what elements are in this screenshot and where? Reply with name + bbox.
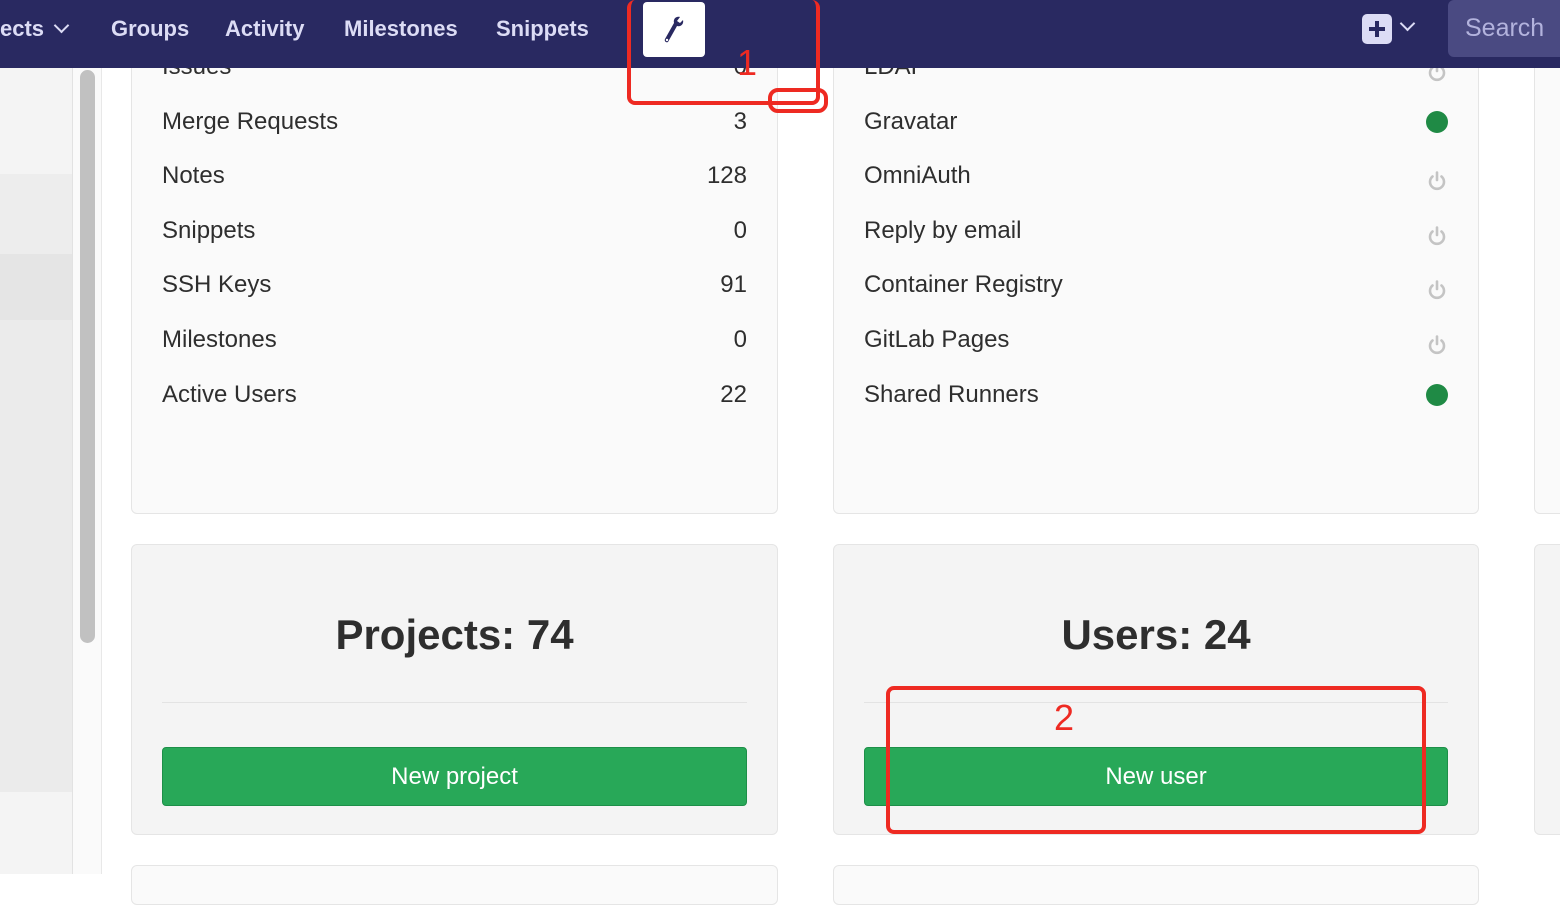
- feature-row-shared-runners: Shared Runners: [864, 375, 1448, 415]
- power-off-icon: [1426, 329, 1448, 355]
- status-on-icon: [1426, 111, 1448, 133]
- wrench-icon: [664, 16, 684, 42]
- stat-row-merge-requests: Merge Requests 3: [162, 102, 747, 142]
- partial-card: [833, 865, 1479, 905]
- new-project-button[interactable]: New project: [162, 747, 747, 806]
- chevron-down-icon[interactable]: [1399, 15, 1416, 32]
- partial-card: [131, 865, 778, 905]
- users-card: Users: 24 New user: [833, 544, 1479, 835]
- power-off-icon: [1426, 165, 1448, 191]
- nav-projects-label: ects: [0, 16, 45, 41]
- feature-label: GitLab Pages: [864, 326, 1010, 353]
- projects-card: Projects: 74 New project: [131, 544, 778, 835]
- sidebar-item[interactable]: [0, 792, 72, 874]
- status-on-icon: [1426, 384, 1448, 406]
- stat-value: 91: [720, 271, 747, 298]
- sidebar-item[interactable]: [0, 174, 72, 254]
- users-count: Users: 24: [1061, 611, 1251, 658]
- top-navbar: ects Groups Activity Milestones Snippets…: [0, 0, 1560, 68]
- stat-label: Active Users: [162, 381, 297, 408]
- feature-label: Shared Runners: [864, 381, 1039, 408]
- stat-value: 0: [733, 217, 747, 244]
- new-item-button[interactable]: [1362, 14, 1392, 44]
- stat-label: SSH Keys: [162, 271, 272, 298]
- sidebar-item[interactable]: [0, 320, 72, 792]
- feature-label: Gravatar: [864, 108, 958, 135]
- feature-row-gitlab-pages: GitLab Pages: [864, 320, 1448, 360]
- stat-label: Milestones: [162, 326, 277, 353]
- stat-label: Notes: [162, 162, 225, 189]
- search-input[interactable]: Search: [1448, 0, 1560, 57]
- feature-label: OmniAuth: [864, 162, 971, 189]
- feature-row-gravatar: Gravatar: [864, 102, 1448, 142]
- stat-value: 128: [706, 162, 747, 189]
- feature-row-container-registry: Container Registry: [864, 265, 1448, 305]
- feature-label: Container Registry: [864, 271, 1063, 298]
- sidebar: [0, 68, 73, 874]
- nav-projects-dropdown[interactable]: ects: [0, 0, 70, 58]
- projects-count: Projects: 74: [335, 611, 574, 658]
- stat-row-active-users: Active Users 22: [162, 375, 747, 415]
- feature-label: Reply by email: [864, 217, 1022, 244]
- admin-area-button[interactable]: [643, 2, 705, 57]
- chevron-down-icon: [53, 17, 70, 34]
- sidebar-scrollbar-thumb[interactable]: [80, 70, 95, 643]
- new-user-button[interactable]: New user: [864, 747, 1448, 806]
- statistics-card: Issues 0 Merge Requests 3 Notes 128 Snip…: [131, 20, 778, 514]
- sidebar-item-active[interactable]: [0, 254, 72, 320]
- stat-label: Merge Requests: [162, 108, 339, 135]
- sidebar-item[interactable]: [0, 68, 72, 174]
- power-off-icon: [1426, 220, 1448, 246]
- nav-snippets[interactable]: Snippets: [496, 0, 589, 58]
- nav-activity[interactable]: Activity: [225, 0, 304, 58]
- stat-row-notes: Notes 128: [162, 156, 747, 196]
- stat-value: 22: [720, 381, 747, 408]
- partial-card: [1534, 20, 1560, 514]
- stat-row-snippets: Snippets 0: [162, 211, 747, 251]
- divider: [864, 702, 1448, 703]
- stat-label: Snippets: [162, 217, 256, 244]
- feature-row-reply-by-email: Reply by email: [864, 211, 1448, 251]
- stat-value: 3: [733, 108, 747, 135]
- stat-value: 0: [733, 326, 747, 353]
- nav-milestones[interactable]: Milestones: [344, 0, 458, 58]
- stat-row-milestones: Milestones 0: [162, 320, 747, 360]
- divider: [162, 702, 747, 703]
- stat-row-ssh-keys: SSH Keys 91: [162, 265, 747, 305]
- power-off-icon: [1426, 274, 1448, 300]
- nav-groups[interactable]: Groups: [111, 0, 189, 58]
- feature-row-omniauth: OmniAuth: [864, 156, 1448, 196]
- partial-card: [1534, 544, 1560, 835]
- features-card: LDAP Gravatar OmniAuth Reply by email Co…: [833, 20, 1479, 514]
